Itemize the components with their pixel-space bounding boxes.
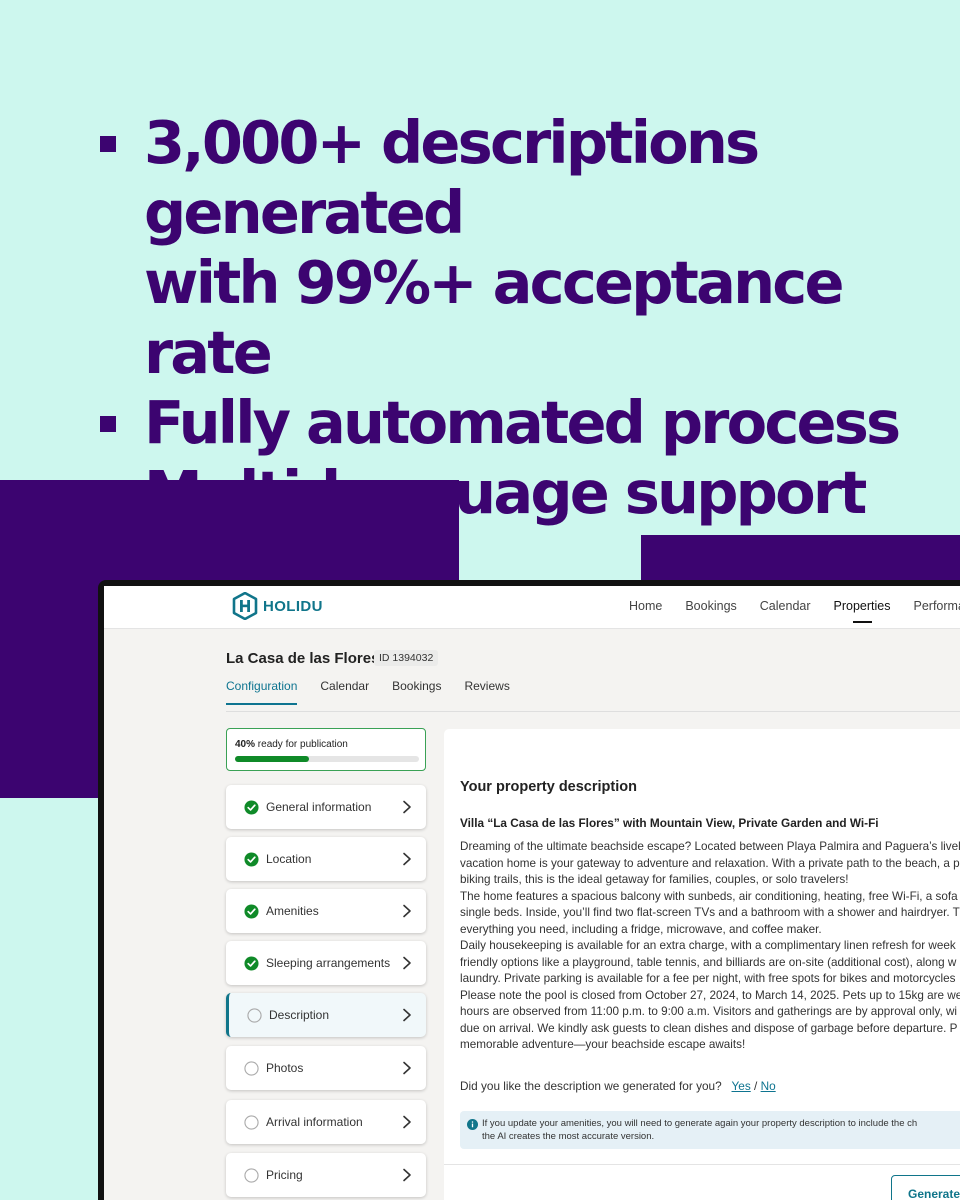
info-icon [467, 1119, 478, 1130]
step-arrival-information[interactable]: Arrival information [226, 1100, 426, 1144]
chevron-right-icon [403, 1008, 411, 1022]
nav-calendar[interactable]: Calendar [760, 586, 811, 629]
info-banner: If you update your amenities, you will n… [460, 1111, 960, 1149]
step-photos[interactable]: Photos [226, 1046, 426, 1090]
nav-performance[interactable]: Performance [914, 586, 960, 629]
headline-bullet-1: 3,000+ descriptions generated with 99%+ … [96, 108, 956, 388]
feedback-question: Did you like the description we generate… [460, 1079, 722, 1093]
check-circle-icon [244, 852, 259, 867]
feedback-separator: / [754, 1079, 758, 1093]
feedback-row: Did you like the description we generate… [460, 1079, 776, 1093]
progress-track [235, 756, 419, 762]
headline-bullet-1-line-1: 3,000+ descriptions generated [144, 108, 760, 247]
step-sleeping-arrangements[interactable]: Sleeping arrangements [226, 941, 426, 985]
nav-properties[interactable]: Properties [834, 586, 891, 629]
publication-progress-card: 40% ready for publication [226, 728, 426, 771]
description-line: everything you need, including a fridge,… [460, 922, 822, 936]
info-text-line-2: the AI creates the most accurate version… [482, 1131, 655, 1142]
description-line: vacation home is your gateway to adventu… [460, 856, 960, 870]
check-circle-icon [244, 956, 259, 971]
step-label: Pricing [266, 1168, 303, 1182]
description-line: Please note the pool is closed from Octo… [460, 988, 960, 1002]
description-line: biking trails, this is the ideal getaway… [460, 873, 849, 886]
headline: 3,000+ descriptions generated with 99%+ … [96, 108, 956, 528]
headline-bullet-2: Fully automated process [96, 388, 956, 458]
main-nav: Home Bookings Calendar Properties Perfor… [629, 586, 960, 629]
description-body: Dreaming of the ultimate beachside escap… [460, 839, 960, 1054]
description-title: Villa “La Casa de las Flores” with Mount… [460, 816, 879, 830]
property-tabs: Configuration Calendar Bookings Reviews [226, 679, 533, 705]
headline-bullet-1-line-2: with 99%+ acceptance rate [144, 248, 845, 387]
holidu-logo-icon [232, 592, 258, 620]
step-location[interactable]: Location [226, 837, 426, 881]
check-circle-icon [244, 904, 259, 919]
description-line: hours are observed from 11:00 p.m. to 9:… [460, 1005, 957, 1018]
empty-circle-icon [244, 1061, 259, 1076]
chevron-right-icon [403, 1168, 411, 1182]
step-general-information[interactable]: General information [226, 785, 426, 829]
step-amenities[interactable]: Amenities [226, 889, 426, 933]
step-label: Description [269, 1008, 330, 1022]
nav-bookings[interactable]: Bookings [685, 586, 736, 629]
tab-reviews[interactable]: Reviews [464, 679, 509, 705]
info-text-line-1: If you update your amenities, you will n… [482, 1118, 918, 1129]
feedback-no-link[interactable]: No [761, 1079, 776, 1093]
check-circle-icon [244, 800, 259, 815]
step-pricing[interactable]: Pricing [226, 1153, 426, 1197]
brand-logo[interactable]: HOLIDU [232, 592, 323, 620]
chevron-right-icon [403, 1061, 411, 1075]
description-line: The home features a spacious balcony wit… [460, 889, 958, 903]
feedback-yes-link[interactable]: Yes [732, 1079, 751, 1093]
step-label: Photos [266, 1061, 304, 1075]
description-panel: Your property description Villa “La Casa… [444, 729, 960, 1169]
brand-name: HOLIDU [263, 597, 323, 615]
step-label: Amenities [266, 904, 319, 918]
empty-circle-icon [247, 1008, 262, 1023]
description-line: due on arrival. We kindly ask guests to … [460, 1021, 958, 1035]
description-line: friendly options like a playground, tabl… [460, 955, 957, 969]
generate-button[interactable]: Generate [891, 1175, 960, 1200]
tab-configuration[interactable]: Configuration [226, 679, 298, 705]
chevron-right-icon [403, 904, 411, 918]
property-title: La Casa de las Flores [226, 650, 380, 667]
description-line: Daily housekeeping is available for an e… [460, 939, 956, 952]
chevron-right-icon [403, 1115, 411, 1129]
step-label: Arrival information [266, 1115, 363, 1129]
headline-bullet-2-text: Fully automated process [144, 388, 901, 457]
step-label: Location [266, 852, 312, 866]
chevron-right-icon [403, 956, 411, 970]
nav-home[interactable]: Home [629, 586, 662, 629]
empty-circle-icon [244, 1168, 259, 1183]
tab-bookings[interactable]: Bookings [392, 679, 441, 705]
progress-fill [235, 756, 309, 762]
bottom-action-bar: Generate [444, 1164, 960, 1200]
description-line: Dreaming of the ultimate beachside escap… [460, 840, 960, 853]
app-screen: HOLIDU Home Bookings Calendar Properties… [104, 586, 960, 1200]
bullet-square-icon [100, 416, 116, 432]
info-text: If you update your amenities, you will n… [482, 1117, 960, 1143]
description-line: memorable adventure—your beachside escap… [460, 1038, 746, 1051]
top-navigation-bar: HOLIDU Home Bookings Calendar Properties… [104, 586, 960, 629]
bullet-square-icon [100, 136, 116, 152]
step-description[interactable]: Description [226, 993, 426, 1037]
description-line: laundry. Private parking is available fo… [460, 972, 956, 985]
description-heading: Your property description [460, 779, 637, 795]
step-label: Sleeping arrangements [266, 956, 391, 970]
chevron-right-icon [403, 800, 411, 814]
progress-label: 40% ready for publication [235, 739, 348, 750]
property-id-badge: ID 1394032 [374, 650, 439, 666]
progress-text: ready for publication [257, 739, 348, 750]
description-line: single beds. Inside, you’ll find two fla… [460, 906, 960, 919]
tab-calendar[interactable]: Calendar [320, 679, 369, 705]
tabs-divider [226, 711, 960, 712]
progress-percent: 40% [235, 739, 256, 750]
empty-circle-icon [244, 1115, 259, 1130]
step-label: General information [266, 800, 372, 814]
chevron-right-icon [403, 852, 411, 866]
